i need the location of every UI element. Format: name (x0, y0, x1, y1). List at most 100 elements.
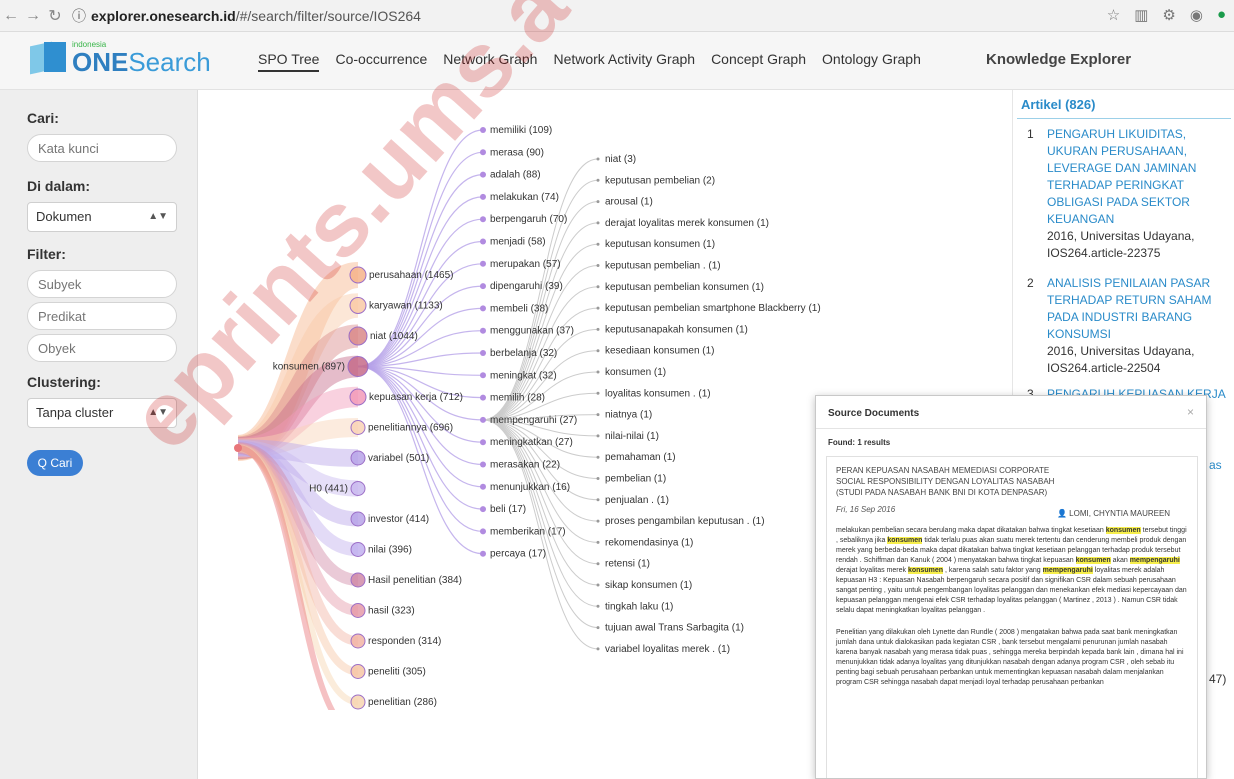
highlight: konsumen (887, 537, 923, 544)
object-label: niat (3) (605, 154, 636, 165)
subject-label: hasil (323) (368, 606, 415, 617)
predicate-node (480, 372, 486, 379)
predicate-node (480, 416, 486, 423)
subyek-input[interactable] (27, 270, 177, 298)
predicate-label: meningkat (32) (490, 370, 557, 381)
logo-search-text: Search (128, 47, 211, 77)
subject-label: kepuasan kerja (712) (369, 392, 463, 403)
subject-node (350, 633, 366, 649)
subject-label: penelitian (286) (368, 697, 437, 708)
object-node (596, 583, 600, 587)
object-label: nilai-nilai (1) (605, 431, 659, 442)
search-button[interactable]: Q Cari (27, 450, 83, 476)
predicate-label: merupakan (57) (490, 259, 561, 270)
predicate-label: menjadi (58) (490, 237, 546, 248)
filter-label: Filter: (27, 246, 66, 262)
object-label: konsumen (1) (605, 367, 666, 378)
obyek-input[interactable] (27, 334, 177, 362)
object-node (596, 413, 600, 417)
subject-label: konsumen (897) (273, 362, 345, 373)
object-label: keputusan pembelian . (1) (605, 261, 721, 272)
subject-label: peneliti (305) (368, 667, 426, 678)
article-title-link[interactable]: PENGARUH LIKUIDITAS, UKURAN PERUSAHAAN, … (1047, 126, 1227, 228)
predicate-link (357, 218, 484, 368)
article-item[interactable]: 1 PENGARUH LIKUIDITAS, UKURAN PERUSAHAAN… (1027, 126, 1227, 262)
highlight: konsumen (1075, 557, 1111, 564)
predicate-label: mempengaruhi (27) (490, 415, 577, 426)
keyword-input[interactable] (27, 134, 177, 162)
di-dalam-select[interactable]: Dokumen ▲▼ (27, 202, 177, 232)
article-number: 1 (1027, 127, 1034, 141)
subject-label: Hasil penelitian (384) (368, 575, 462, 586)
predicate-node (480, 350, 486, 356)
subject-node (350, 572, 366, 588)
di-dalam-label: Di dalam: (27, 178, 91, 194)
knowledge-explorer-title: Knowledge Explorer (986, 51, 1132, 68)
highlight: konsumen (1105, 527, 1141, 534)
tab-spo-tree[interactable]: SPO Tree (258, 51, 320, 72)
object-node (596, 200, 600, 204)
predicate-label: berbelanja (32) (490, 348, 557, 359)
predicate-label: percaya (17) (490, 549, 546, 560)
object-label: keputusan pembelian (2) (605, 175, 715, 186)
extension-icon[interactable]: ▥ (1134, 6, 1148, 24)
di-dalam-value: Dokumen (36, 209, 92, 224)
extension-red-icon[interactable]: ◉ (1190, 6, 1203, 24)
close-icon[interactable]: × (1187, 405, 1194, 419)
forward-icon[interactable]: → (22, 7, 44, 25)
predicate-label: memiliki (109) (490, 125, 552, 136)
back-icon[interactable]: ← (0, 7, 22, 25)
article-number: 2 (1027, 276, 1034, 290)
tab-ontology-graph[interactable]: Ontology Graph (822, 51, 921, 72)
reload-icon[interactable]: ↻ (44, 6, 66, 26)
object-node (596, 626, 600, 630)
subject-node (350, 481, 366, 496)
highlight: mempengaruhi (1129, 557, 1180, 564)
app-header: indonesia ONESearch SPO Tree Co-occurren… (0, 32, 1234, 90)
article-item[interactable]: 2 ANALISIS PENILAIAN PASAR TERHADAP RETU… (1027, 275, 1227, 377)
subject-node (347, 356, 369, 377)
onesearch-logo[interactable]: indonesia ONESearch (30, 40, 211, 76)
source-documents-modal: Source Documents × Found: 1 results PERA… (815, 395, 1207, 779)
article-meta: 2016, Universitas Udayana, (1047, 344, 1195, 358)
article-id: IOS264.article-22375 (1047, 246, 1161, 260)
object-node (596, 178, 600, 182)
clustering-select[interactable]: Tanpa cluster ▲▼ (27, 398, 177, 428)
address-bar[interactable]: ⓘ explorer.onesearch.id /#/search/filter… (72, 4, 1162, 28)
subject-label: niat (1044) (370, 331, 418, 342)
document-author: 👤 LOMI, CHYNTIA MAUREEN (1057, 509, 1171, 518)
object-node (596, 562, 600, 566)
subject-node (348, 326, 368, 346)
browser-toolbar: ← → ↻ ⓘ explorer.onesearch.id /#/search/… (0, 0, 1234, 32)
object-label: keputusan konsumen (1) (605, 239, 715, 250)
document-excerpt: Penelitian yang dilakukan oleh Lynette d… (836, 629, 1184, 686)
star-icon[interactable]: ☆ (1107, 6, 1120, 24)
tab-concept-graph[interactable]: Concept Graph (711, 51, 806, 72)
logo-one-text: ONE (72, 47, 129, 77)
object-label: derajat loyalitas merek konsumen (1) (605, 218, 769, 229)
predicate-label: dipengaruhi (39) (490, 281, 563, 292)
article-title-link[interactable]: ANALISIS PENILAIAN PASAR TERHADAP RETURN… (1047, 275, 1227, 343)
tab-network-graph[interactable]: Network Graph (443, 51, 537, 72)
tab-co-occurrence[interactable]: Co-occurrence (335, 51, 427, 72)
subject-node (349, 266, 367, 284)
predicate-node (480, 171, 486, 178)
object-link (482, 222, 599, 421)
extension-green-icon[interactable]: ● (1217, 6, 1226, 24)
search-sidebar: Cari: Di dalam: Dokumen ▲▼ Filter: Clust… (0, 90, 198, 779)
object-label: tujuan awal Trans Sarbagita (1) (605, 623, 744, 634)
gear-icon[interactable]: ⚙ (1162, 6, 1175, 24)
predicate-node (480, 461, 486, 468)
object-label: rekomendasinya (1) (605, 537, 693, 548)
document-excerpt: melakukan pembelian secara berulang maka… (836, 527, 1187, 614)
predicate-node (480, 483, 486, 490)
predicate-label: merasa (90) (490, 147, 544, 158)
predicate-node (480, 327, 486, 334)
document-title[interactable]: PERAN KEPUASAN NASABAH MEMEDIASI CORPORA… (836, 465, 1056, 498)
object-label: pembelian (1) (605, 474, 666, 485)
predicate-node (480, 506, 486, 513)
predicate-link (357, 365, 484, 510)
predikat-input[interactable] (27, 302, 177, 330)
subject-label: penelitiannya (696) (368, 423, 453, 434)
tab-network-activity-graph[interactable]: Network Activity Graph (553, 51, 695, 72)
